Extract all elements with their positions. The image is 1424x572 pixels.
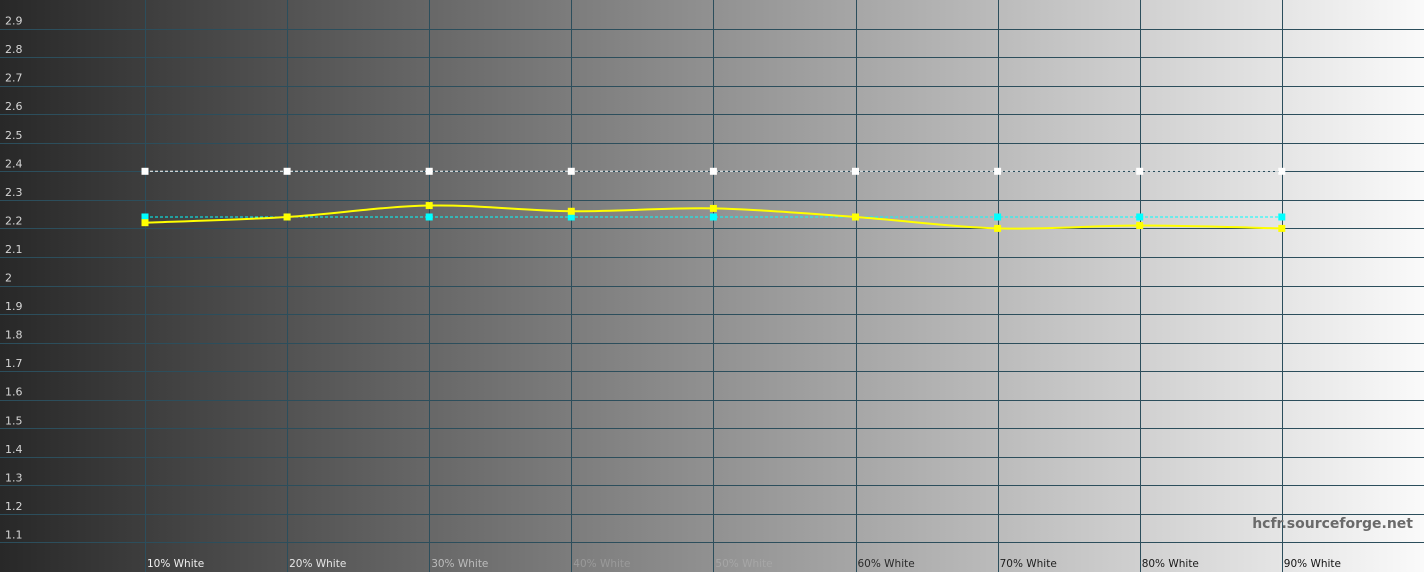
data-point-marker [283, 213, 291, 221]
y-tick-label: 2.1 [5, 243, 23, 256]
data-point-marker [709, 213, 717, 221]
data-point-marker [994, 213, 1002, 221]
y-tick-label: 1.8 [5, 329, 23, 342]
x-tick-label: 40% White [573, 558, 630, 570]
x-tick-label: 20% White [289, 558, 346, 570]
gamma-chart-svg: 1.1 1.2 1.3 1.4 1.5 1.6 1.7 1.8 1.9 2 2.1 2.2 2.3 2.4… [0, 0, 1424, 572]
data-point-marker [709, 167, 717, 175]
data-point-marker [141, 219, 149, 227]
y-tick-label: 2 [5, 272, 12, 285]
y-tick-label: 1.5 [5, 414, 23, 427]
data-point-marker [283, 167, 291, 175]
x-tick-label: 90% White [1284, 558, 1341, 570]
y-tick-label: 2.4 [5, 157, 23, 170]
y-tick-label: 1.3 [5, 471, 23, 484]
y-tick-label: 2.6 [5, 100, 23, 113]
y-tick-label: 2.9 [5, 15, 23, 28]
y-tick-label: 2.2 [5, 214, 23, 227]
data-point-marker [852, 213, 859, 221]
y-tick-label: 1.7 [5, 357, 23, 370]
y-tick-label: 2.3 [5, 186, 23, 199]
data-point-marker [1278, 167, 1286, 175]
x-tick-label: 50% White [715, 558, 772, 570]
x-tick-label: 80% White [1142, 558, 1199, 570]
x-tick-label: 30% White [431, 558, 488, 570]
watermark-text: hcfr.sourceforge.net [1252, 516, 1413, 532]
data-point-marker [709, 204, 717, 212]
x-tick-label: 60% White [858, 558, 915, 570]
data-point-marker [425, 202, 433, 210]
x-tick-label: 10% White [147, 558, 204, 570]
data-point-marker [425, 167, 433, 175]
data-point-marker [994, 224, 1002, 232]
gamma-chart: 1.1 1.2 1.3 1.4 1.5 1.6 1.7 1.8 1.9 2 2.1 2.2 2.3 2.4… [0, 0, 1424, 572]
data-point-marker [852, 167, 859, 175]
data-point-marker [567, 167, 575, 175]
data-point-marker [994, 167, 1002, 175]
y-tick-label: 1.2 [5, 500, 23, 513]
x-axis-ticks: 10% White 20% White 30% White 40% White 50% … [147, 558, 1341, 570]
data-point-marker [1136, 213, 1144, 221]
data-point-marker [567, 207, 575, 215]
y-tick-label: 1.9 [5, 300, 23, 313]
y-tick-label: 2.7 [5, 72, 23, 85]
data-point-marker [425, 213, 433, 221]
data-point-marker [1136, 222, 1144, 230]
data-point-marker [1278, 213, 1286, 221]
data-point-marker [1136, 167, 1144, 175]
data-point-marker [141, 167, 149, 175]
y-tick-label: 1.4 [5, 443, 23, 456]
y-tick-label: 1.1 [5, 528, 23, 541]
y-tick-label: 1.6 [5, 386, 23, 399]
y-tick-label: 2.5 [5, 129, 23, 142]
x-tick-label: 70% White [1000, 558, 1057, 570]
y-tick-label: 2.8 [5, 43, 23, 56]
data-point-marker [1278, 224, 1286, 232]
